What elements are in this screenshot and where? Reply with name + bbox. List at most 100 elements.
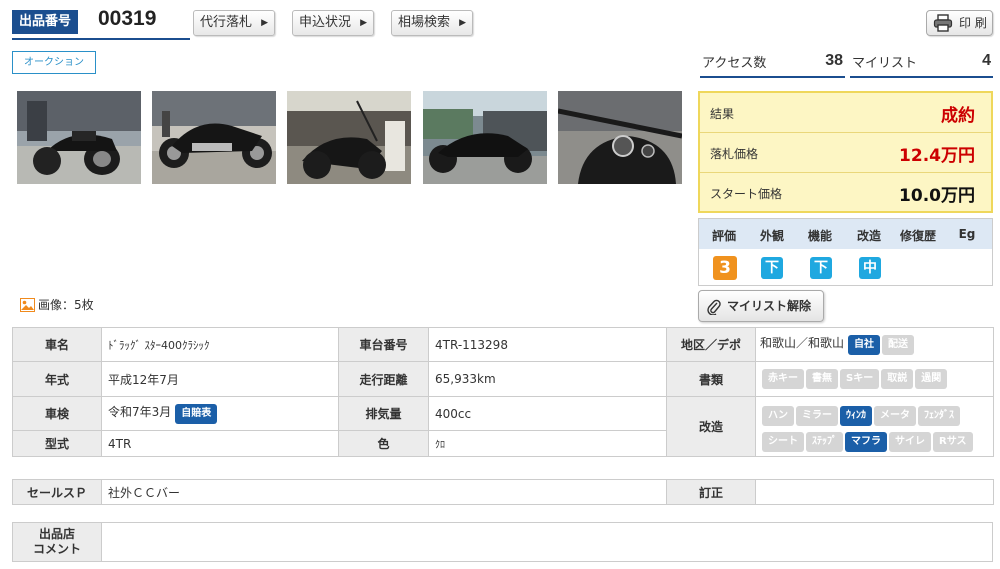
remove-mylist-label: マイリスト解除 xyxy=(727,299,812,313)
inspection-cell: 令和7年3月 自賠表 xyxy=(101,396,339,431)
rear-suspension-chip: Rサス xyxy=(933,431,973,452)
winning-price-value: 12.4万円 xyxy=(899,146,975,166)
meter-chip: メータ xyxy=(874,405,916,426)
correction-label: 訂正 xyxy=(666,479,756,505)
manual-chip: 取説 xyxy=(881,369,914,389)
print-label: 印 刷 xyxy=(959,16,987,30)
color-value: ｸﾛ xyxy=(428,430,667,457)
photo-1[interactable] xyxy=(17,91,141,184)
sales-point-label: セールスＰ xyxy=(12,479,102,505)
play-arrow-icon: ▶ xyxy=(459,18,466,28)
delivery-chip: 配送 xyxy=(882,335,915,355)
silencer-chip: サイレ xyxy=(889,431,931,452)
print-button[interactable]: 印 刷 xyxy=(926,10,993,36)
eval-header-exterior: 外観 xyxy=(759,229,784,243)
modification-label: 改造 xyxy=(666,396,756,457)
start-price-label: スタート価格 xyxy=(710,187,783,201)
play-arrow-icon: ▶ xyxy=(360,18,367,28)
photo-3[interactable] xyxy=(287,91,411,184)
image-count-label: 画像：5枚 xyxy=(38,298,94,312)
modification-grade-badge: 中 xyxy=(859,257,881,279)
photo-5[interactable] xyxy=(558,91,682,184)
s-key-chip: Sキー xyxy=(840,369,880,389)
proxy-bid-button[interactable]: 代行落札 ▶ xyxy=(193,10,275,36)
mileage-value: 65,933km xyxy=(428,361,667,397)
displacement-label: 排気量 xyxy=(338,396,429,431)
access-count: アクセス数 38 xyxy=(700,48,845,78)
seller-comment-value xyxy=(101,522,993,562)
correction-value xyxy=(755,479,994,505)
modification-cell: ハン ミラー ｳｨﾝｶ メータ ﾌｪﾝﾀﾞｽ シート ｽﾃｯﾌﾟ マフラ サイレ Rサス xyxy=(755,396,994,457)
red-key-chip: 赤キー xyxy=(762,369,804,389)
score-badge: 3 xyxy=(713,256,737,280)
area-depot-value: 和歌山／和歌山 xyxy=(760,336,845,350)
winker-chip: ｳｨﾝｶ xyxy=(840,405,872,426)
area-depot-cell: 和歌山／和歌山 自社 配送 xyxy=(755,327,994,362)
model-year-value: 平成12年7月 xyxy=(101,361,339,397)
exterior-grade-badge: 下 xyxy=(761,257,783,279)
customs-chip: 過関 xyxy=(915,369,948,389)
start-price-row: スタート価格 10.0万円 xyxy=(700,173,991,213)
winning-price-label: 落札価格 xyxy=(710,147,759,161)
image-count: 画像：5枚 xyxy=(20,296,94,313)
spec-table: 車名 ﾄﾞﾗｯｸﾞ ｽﾀｰ400ｸﾗｼｯｸ 車台番号 4TR-113298 地区… xyxy=(12,327,994,457)
muffler-chip: マフラ xyxy=(845,431,887,452)
frame-number-label: 車台番号 xyxy=(338,327,429,362)
step-chip: ｽﾃｯﾌﾟ xyxy=(806,431,843,452)
model-year-label: 年式 xyxy=(12,361,102,397)
modification-chips-row-2: シート ｽﾃｯﾌﾟ マフラ サイレ Rサス xyxy=(762,427,987,453)
liability-insurance-chip: 自賠表 xyxy=(175,404,218,424)
sales-point-table: セールスＰ 社外ＣＣバー 訂正 xyxy=(12,479,994,505)
access-count-value: 38 xyxy=(825,52,843,69)
eval-header-score: 評価 xyxy=(711,229,736,243)
lot-number: 00319 xyxy=(98,7,157,30)
no-documents-chip: 書無 xyxy=(806,369,838,389)
vehicle-name-value: ﾄﾞﾗｯｸﾞ ｽﾀｰ400ｸﾗｼｯｸ xyxy=(101,327,339,362)
model-code-label: 型式 xyxy=(12,430,102,457)
sales-point-value: 社外ＣＣバー xyxy=(101,479,667,505)
seat-chip: シート xyxy=(762,431,804,452)
result-panel: 結果 成約 落札価格 12.4万円 スタート価格 10.0万円 xyxy=(698,91,993,213)
mirror-chip: ミラー xyxy=(796,405,838,426)
seller-comment-label-line-2: コメント xyxy=(32,542,81,556)
evaluation-box: 評価 外観 機能 改造 修復歴 Eg 3 下 下 中 xyxy=(698,218,993,286)
lot-number-label: 出品番号 xyxy=(12,10,78,34)
model-code-value: 4TR xyxy=(101,430,339,457)
access-count-label: アクセス数 xyxy=(702,56,767,71)
mylist-count: マイリスト 4 xyxy=(850,48,993,78)
remove-mylist-button[interactable]: マイリスト解除 xyxy=(698,290,824,322)
auction-tag: オークション xyxy=(12,51,96,74)
play-arrow-icon: ▶ xyxy=(261,18,268,28)
inspection-label: 車検 xyxy=(12,396,102,431)
start-price-value: 10.0万円 xyxy=(899,186,975,206)
area-depot-label: 地区／デポ xyxy=(666,327,756,362)
winning-price-row: 落札価格 12.4万円 xyxy=(700,133,991,173)
image-icon xyxy=(20,298,35,312)
application-status-button[interactable]: 申込状況 ▶ xyxy=(292,10,374,36)
fender-chip: ﾌｪﾝﾀﾞｽ xyxy=(918,405,960,426)
mileage-label: 走行距離 xyxy=(338,361,429,397)
photo-4[interactable] xyxy=(423,91,547,184)
lot-header: 出品番号 00319 xyxy=(12,7,190,40)
color-label: 色 xyxy=(338,430,429,457)
handle-chip: ハン xyxy=(762,405,794,426)
market-search-button[interactable]: 相場検索 ▶ xyxy=(391,10,473,36)
documents-cell: 赤キー 書無 Sキー 取説 過関 xyxy=(755,361,994,397)
eval-header-modification: 改造 xyxy=(856,229,881,243)
market-search-label: 相場検索 xyxy=(398,15,451,30)
displacement-value: 400cc xyxy=(428,396,667,431)
proxy-bid-label: 代行落札 xyxy=(200,15,253,30)
paperclip-icon xyxy=(707,299,721,315)
mylist-count-value: 4 xyxy=(982,52,991,69)
eval-header-function: 機能 xyxy=(807,229,832,243)
photo-2[interactable] xyxy=(152,91,276,184)
own-company-chip: 自社 xyxy=(848,335,881,355)
eval-header-repair: 修復歴 xyxy=(899,229,936,243)
inspection-value: 令和7年3月 xyxy=(108,405,172,419)
printer-icon xyxy=(933,14,953,32)
mylist-count-label: マイリスト xyxy=(852,56,918,71)
result-row: 結果 成約 xyxy=(700,93,991,133)
result-label: 結果 xyxy=(710,107,735,121)
modification-chips-row-1: ハン ミラー ｳｨﾝｶ メータ ﾌｪﾝﾀﾞｽ xyxy=(762,401,987,427)
seller-comment-table: 出品店 コメント xyxy=(12,522,993,562)
